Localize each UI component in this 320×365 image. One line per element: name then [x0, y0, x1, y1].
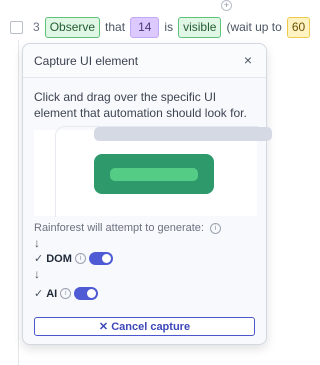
add-step-icon[interactable]: + [221, 0, 232, 11]
condition-token[interactable]: visible [178, 16, 222, 38]
close-icon[interactable]: × [244, 52, 252, 68]
generate-label: Rainforest will attempt to generate: [34, 222, 204, 234]
ai-toggle[interactable] [74, 287, 99, 300]
step-row: 3 Observe that 14 is visible (wait up to… [0, 14, 311, 40]
info-icon[interactable]: i [210, 222, 222, 234]
illustration-button [94, 154, 214, 194]
arrow-down-icon: ↓ [34, 267, 40, 281]
info-icon[interactable]: i [60, 288, 72, 299]
option-ai: ✓ AI i [34, 287, 99, 300]
action-token[interactable]: Observe [44, 16, 101, 38]
illustration-bar [94, 127, 272, 141]
popover-header: Capture UI element × [23, 44, 266, 78]
timeout-token[interactable]: 60 [286, 16, 311, 38]
element-token[interactable]: 14 [130, 16, 160, 38]
step-text: that [105, 20, 126, 34]
step-number: 3 [33, 20, 40, 34]
option-label-ai: AI [46, 287, 58, 300]
cancel-capture-button[interactable]: ✕ Cancel capture [34, 317, 255, 336]
popover-title: Capture UI element [34, 54, 139, 68]
option-dom: ✓ DOM i [34, 252, 113, 265]
illustration-frame [55, 126, 272, 217]
generate-text: Rainforest will attempt to generate: i [34, 222, 222, 234]
capture-popover: Capture UI element × Click and drag over… [22, 43, 272, 345]
illustration-button-label [110, 168, 198, 181]
arrow-down-icon: ↓ [34, 236, 40, 250]
step-text: is [164, 20, 174, 34]
dom-toggle[interactable] [88, 252, 113, 265]
step-checkbox[interactable] [10, 20, 23, 34]
capture-illustration [34, 126, 272, 217]
step-text: (wait up to [226, 20, 282, 34]
check-icon: ✓ [34, 253, 44, 265]
check-icon: ✓ [34, 288, 44, 300]
info-icon[interactable]: i [74, 253, 86, 264]
popover-description: Click and drag over the specific UI elem… [34, 90, 247, 120]
step-connector-line [18, 40, 19, 365]
option-label-dom: DOM [46, 252, 72, 265]
